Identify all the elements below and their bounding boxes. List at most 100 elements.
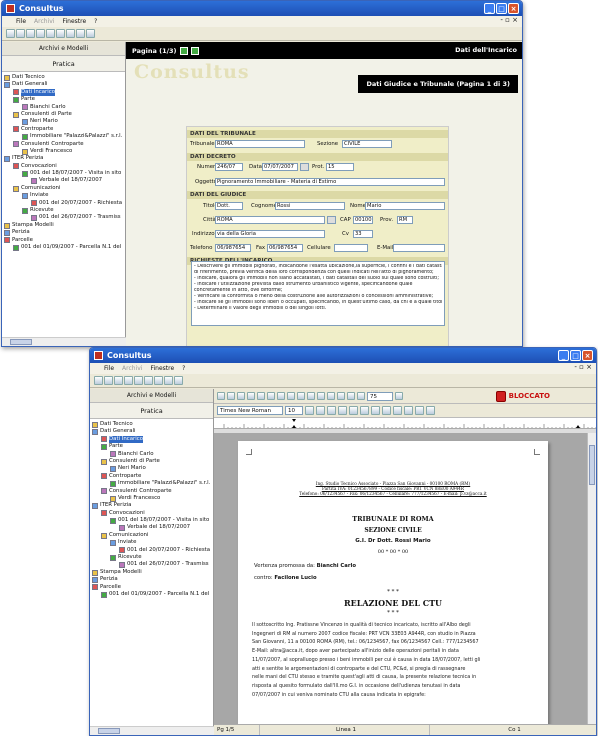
tree-node[interactable]: 001 del 01/09/2007 - Parcella N.1 del: [4, 244, 125, 251]
tree-node[interactable]: Stampa Modelli: [4, 222, 125, 229]
paragraph-icon[interactable]: [337, 392, 345, 400]
nome-field[interactable]: Mario: [365, 202, 445, 210]
field-icon[interactable]: [347, 392, 355, 400]
tree-node[interactable]: Verdi Francesco: [4, 148, 125, 155]
tree-node[interactable]: Dati Tecnico: [92, 421, 213, 428]
menu-file[interactable]: File: [16, 18, 26, 25]
tree-node[interactable]: Parcelle: [92, 584, 213, 591]
tree-node[interactable]: 001 del 26/07/2007 - Trasmiss: [4, 214, 125, 222]
tree-node[interactable]: 001 del 18/07/2007 - Visita in sito: [4, 170, 125, 177]
tree-node[interactable]: Comunicazioni: [4, 185, 125, 192]
color-icon[interactable]: [404, 406, 413, 415]
tree-node[interactable]: Dati Incarico: [4, 88, 125, 97]
tree-node[interactable]: Stampa Modelli: [92, 569, 213, 576]
symbol-icon[interactable]: [357, 392, 365, 400]
indent-icon[interactable]: [360, 406, 369, 415]
save-icon-2[interactable]: [124, 376, 133, 385]
maximize-icon-2[interactable]: □: [570, 350, 581, 361]
justify-icon[interactable]: [338, 406, 347, 415]
folder-icon[interactable]: [26, 29, 35, 38]
sidebar-header-2[interactable]: Archivi e Modelli: [90, 389, 213, 403]
minimize-icon-2[interactable]: _: [558, 350, 569, 361]
report-icon[interactable]: [66, 29, 75, 38]
tribunale-field[interactable]: ROMA: [215, 140, 305, 148]
align-center-icon[interactable]: [316, 406, 325, 415]
calendar-icon[interactable]: [300, 163, 309, 171]
preview-icon[interactable]: [56, 29, 65, 38]
document-vscroll[interactable]: [587, 433, 596, 724]
font-family-select[interactable]: Times New Roman: [217, 406, 283, 415]
menu-archive[interactable]: Archivi: [34, 18, 54, 25]
lock-status[interactable]: BLOCCATO: [495, 390, 550, 402]
tree-node[interactable]: Neri Mario: [4, 118, 125, 126]
tree-node[interactable]: Convocazioni: [4, 163, 125, 170]
tree-node[interactable]: Bianchi Carlo: [92, 451, 213, 458]
sidebar-header[interactable]: Archivi e Modelli: [2, 42, 125, 56]
menu-help-2[interactable]: ?: [182, 365, 185, 372]
sidebar-section[interactable]: Pratica: [2, 56, 125, 72]
mdi-controls-2[interactable]: - ▫ ×: [574, 363, 592, 371]
redo-icon[interactable]: [287, 392, 295, 400]
telefono-field[interactable]: 06/987654: [215, 244, 251, 252]
copy-icon[interactable]: [257, 392, 265, 400]
tree-node[interactable]: Convocazioni: [92, 510, 213, 517]
numero-field[interactable]: 246/07: [215, 163, 243, 171]
find-icon[interactable]: [297, 392, 305, 400]
tree-node[interactable]: Controparte: [92, 473, 213, 480]
sidebar-section-2[interactable]: Pratica: [90, 403, 213, 419]
paste-icon[interactable]: [267, 392, 275, 400]
tree-node[interactable]: Neri Mario: [92, 465, 213, 473]
tree-node[interactable]: Bianchi Carlo: [4, 104, 125, 111]
title-bar[interactable]: Consultus _ □ ×: [2, 1, 522, 16]
arrow-down-icon-2[interactable]: [174, 376, 183, 385]
prev-page-icon[interactable]: [179, 46, 188, 55]
tree-node[interactable]: Inviate: [92, 539, 213, 546]
align-right-icon[interactable]: [327, 406, 336, 415]
tree-node[interactable]: Perizia: [92, 576, 213, 583]
tree-node[interactable]: 001 del 20/07/2007 - Richiesta: [4, 200, 125, 207]
tree-node[interactable]: Comunicazioni: [92, 532, 213, 539]
tree-node[interactable]: Perizia: [4, 229, 125, 236]
close-icon[interactable]: ×: [508, 3, 519, 14]
tree-node[interactable]: Consulenti Controparte: [4, 141, 125, 148]
tree-node[interactable]: 001 del 01/09/2007 - Parcella N.1 del: [92, 591, 213, 598]
cellulare-field[interactable]: [334, 244, 368, 252]
arrow-up-icon[interactable]: [76, 29, 85, 38]
italic-icon[interactable]: [382, 406, 391, 415]
sidebar-hscroll-2[interactable]: [90, 726, 214, 735]
new-icon[interactable]: [6, 29, 15, 38]
save-icon[interactable]: [36, 29, 45, 38]
table-icon[interactable]: [317, 392, 325, 400]
menu-file-2[interactable]: File: [104, 365, 114, 372]
list-icon[interactable]: [349, 406, 358, 415]
email-field[interactable]: [393, 244, 445, 252]
fax-field[interactable]: 06/987654: [267, 244, 303, 252]
tree-node[interactable]: 001 del 26/07/2007 - Trasmiss: [92, 561, 213, 569]
close-icon-2[interactable]: ×: [582, 350, 593, 361]
prov-field[interactable]: RM: [397, 216, 413, 224]
tree-node[interactable]: Dati Generali: [92, 428, 213, 436]
menu-help[interactable]: ?: [94, 18, 97, 25]
title-bar-2[interactable]: Consultus _ □ ×: [90, 348, 596, 363]
tree-node[interactable]: Dati Tecnico: [4, 74, 125, 81]
tree-node[interactable]: Ricevute: [4, 207, 125, 214]
tree-node[interactable]: Consulenti di Parte: [4, 111, 125, 118]
tree-node[interactable]: ITER Perizia: [92, 502, 213, 509]
tree-node[interactable]: Consulenti di Parte: [92, 458, 213, 465]
undo-icon[interactable]: [277, 392, 285, 400]
mdi-controls[interactable]: - ▫ ×: [500, 16, 518, 24]
preview-doc-icon[interactable]: [227, 392, 235, 400]
sezione-field[interactable]: CIVILE: [342, 140, 392, 148]
city-lookup-icon[interactable]: [327, 216, 336, 224]
tree-node[interactable]: Dati Generali: [4, 81, 125, 89]
tree-node[interactable]: 001 del 20/07/2007 - Richiesta: [92, 547, 213, 554]
tree-node[interactable]: Inviate: [4, 192, 125, 199]
tree-node[interactable]: Controparte: [4, 126, 125, 133]
next-page-icon[interactable]: [190, 46, 199, 55]
tree-node[interactable]: Immobiliare "Palazzi&Palazzi" s.r.l.: [92, 480, 213, 487]
civico-field[interactable]: 33: [353, 230, 373, 238]
arrow-down-icon[interactable]: [86, 29, 95, 38]
zoom-select[interactable]: 75: [367, 391, 393, 401]
richieste-textarea[interactable]: - Descrivere gli immobili pignorati, ind…: [191, 261, 445, 326]
tree-node[interactable]: Ricevute: [92, 554, 213, 561]
